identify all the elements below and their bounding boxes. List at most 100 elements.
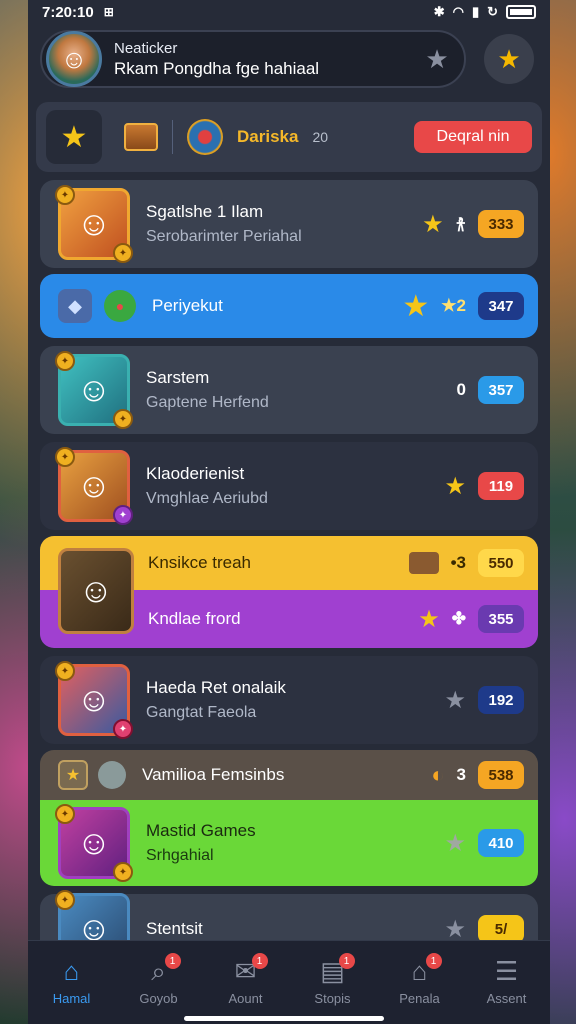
nav-item-home[interactable]: ⌂ Hamal (32, 955, 112, 1006)
character-portrait: ☺ ✦ ✦ (55, 804, 133, 882)
character-icon: ☺ (76, 204, 112, 243)
score-badge: 355 (478, 605, 524, 633)
toolbar-count: 20 (312, 129, 329, 145)
divider (172, 120, 173, 154)
character-portrait: ☺ ✦ ✦ (55, 447, 133, 525)
home-icon: ⌂ (63, 956, 80, 986)
score-badge: 192 (478, 686, 524, 714)
item-extra: ★2 (441, 296, 466, 315)
bluetooth-icon: ✱ (433, 4, 445, 19)
item-extra: 3 (456, 765, 466, 784)
profile-card[interactable]: ☺ Neaticker Rkam Pongdha fge hahiaal ★ (40, 30, 466, 88)
coin-badge-icon: ✦ (55, 890, 75, 910)
character-portrait: ☺ ✦ ✦ (55, 351, 133, 429)
character-icon: ☺ (76, 680, 112, 719)
list-item[interactable]: ☺ ✦ ✦ Haeda Ret onalaik Gangtat Faeola ★… (40, 656, 538, 744)
notification-badge: 1 (338, 953, 355, 969)
status-bar: 7:20:10 ⊞ ✱ ◠ ▮ ↻ (28, 0, 550, 24)
nav-label: Assent (486, 991, 527, 1006)
item-extra: •3 (450, 553, 466, 572)
item-subtitle: Srhgahial (146, 847, 214, 864)
score-badge: 550 (478, 549, 524, 577)
favorites-filter-button[interactable]: ★ (46, 110, 102, 164)
achievements-button[interactable]: ★ (484, 34, 534, 84)
bottom-navigation: ⌂ Hamal ⌕ 1 Goyob ✉ 1 Aount ▤ 1 Stopis ⌂… (28, 940, 550, 1024)
item-subtitle: Serobarimter Periahal (146, 228, 302, 245)
wifi-icon: ◠ (452, 4, 464, 19)
item-title: Haeda Ret onalaik (146, 678, 286, 697)
house-icon: ⌂ (411, 956, 428, 986)
star-icon: ★ (444, 472, 466, 500)
coin-badge-icon: ✦ (113, 862, 133, 882)
list-item[interactable]: ☺ ✦ ✦ Sarstem Gaptene Herfend 0 357 (40, 346, 538, 434)
gem-icon[interactable] (187, 119, 223, 155)
character-icon: ☺ (76, 466, 112, 505)
nav-item-assets[interactable]: ☰ Assent (467, 955, 547, 1006)
toolbar-label: Dariska (237, 127, 299, 146)
app-screen: 7:20:10 ⊞ ✱ ◠ ▮ ↻ ☺ Neaticker Rkam Pongd… (28, 0, 550, 1024)
item-title: Sarstem (146, 368, 210, 387)
item-subtitle: Vmghlae Aeriubd (146, 490, 268, 507)
nav-item-shop[interactable]: ⌂ 1 Penala (380, 953, 460, 1006)
character-portrait: ☺ ✦ ✦ (55, 661, 133, 739)
item-extra: 0 (456, 380, 466, 399)
toolbar: ★ Dariska 20 Deqral nin (36, 102, 542, 172)
coin-badge-icon: ✦ (113, 243, 133, 263)
gem-badge-icon: ✦ (113, 505, 133, 525)
character-portrait: ☺ (58, 548, 134, 634)
score-badge: 5/ (478, 915, 524, 943)
item-title: Periyekut (152, 296, 223, 315)
treasure-chest-icon[interactable] (124, 123, 158, 151)
nav-label: Stopis (314, 991, 351, 1006)
coin-badge-icon: ✦ (55, 804, 75, 824)
item-extra: 𐀪 (455, 215, 466, 235)
nav-label: Penala (399, 991, 440, 1006)
star-icon: ★ (60, 120, 88, 154)
toolbar-action-button[interactable]: Deqral nin (414, 121, 532, 153)
score-badge: 538 (478, 761, 524, 789)
nav-item-mail[interactable]: ✉ 1 Aount (206, 953, 286, 1006)
avatar[interactable]: ☺ (46, 31, 102, 87)
item-title: Vamilioa Femsinbs (142, 765, 285, 784)
score-badge: 333 (478, 210, 524, 238)
item-title: Sgatlshe 1 Ilam (146, 202, 264, 221)
score-badge: 347 (478, 292, 524, 320)
list-item[interactable]: ☺ ✦ ✦ Klaoderienist Vmghlae Aeriubd ★ 11… (40, 442, 538, 530)
notification-badge: 1 (251, 953, 268, 969)
item-title: Kndlae frord (148, 609, 241, 628)
favorite-star-icon[interactable]: ★ (420, 42, 454, 76)
home-indicator[interactable] (184, 1016, 384, 1021)
nav-item-search[interactable]: ⌕ 1 Goyob (119, 953, 199, 1006)
list-item[interactable]: ◆ ● Periyekut ★ ★2 347 (40, 274, 538, 338)
item-subtitle: Gaptene Herfend (146, 394, 269, 411)
list-item[interactable]: ☺ ✦ ✦ Sgatlshe 1 Ilam Serobarimter Peria… (40, 180, 538, 268)
coin-badge-icon: ✦ (113, 409, 133, 429)
coin-badge-icon: ✦ (55, 447, 75, 467)
signal-icon: ▮ (471, 4, 480, 19)
star-icon: ★ (402, 289, 430, 323)
score-badge: 357 (478, 376, 524, 404)
battery-icon (506, 5, 536, 19)
shield-icon: ◆ (58, 289, 92, 323)
item-title: Knsikce treah (148, 553, 251, 572)
character-icon: ☺ (76, 370, 112, 409)
character-icon: ☺ (76, 823, 112, 862)
list-item[interactable]: ☺ ✦ ✦ Mastid Games Srhgahial ★ 410 (40, 800, 538, 886)
list-item[interactable]: ★ Vamilioa Femsinbs ◐ 3 538 (40, 750, 538, 800)
item-title: Klaoderienist (146, 464, 245, 483)
nav-label: Goyob (139, 991, 178, 1006)
star-icon: ★ (418, 605, 440, 633)
database-icon: ☰ (494, 956, 519, 986)
notification-badge: 1 (425, 953, 442, 969)
item-extra: ✤ (451, 609, 466, 628)
moon-icon: ◐ (431, 762, 445, 787)
star-icon: ★ (444, 829, 466, 857)
gem-badge-icon: ✦ (113, 719, 133, 739)
star-icon: ★ (422, 210, 444, 238)
star-icon: ★ (497, 43, 521, 74)
item-title: Stentsit (146, 919, 203, 938)
character-icon: ☺ (78, 571, 114, 610)
status-time: 7:20:10 (42, 3, 94, 21)
nav-item-stats[interactable]: ▤ 1 Stopis (293, 953, 373, 1006)
coin-badge-icon: ✦ (55, 185, 75, 205)
